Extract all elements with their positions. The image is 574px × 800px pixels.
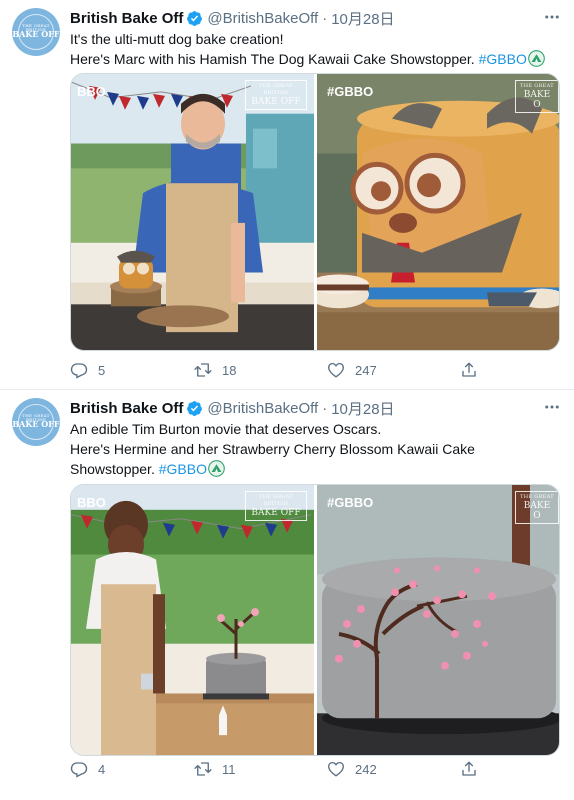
photo-illustration [317,485,559,755]
hashtag-link[interactable]: #GBBO [479,51,527,67]
more-options-icon[interactable] [542,8,562,26]
tweet-actions: 5 18 247 [70,359,490,381]
logo-text: THE GREAT BRITISH [259,83,293,96]
avatar[interactable]: THE GREAT BRITISH BAKE OFF [12,398,60,446]
share-button[interactable] [460,359,488,381]
like-count: 242 [355,761,377,777]
tweet-text-segment: Here's Marc with his Hamish The Dog Kawa… [70,51,475,67]
author-name[interactable]: British Bake Off [70,10,183,27]
logo-text: BAKE O [523,90,551,110]
logo-text: BAKE OFF [251,97,301,107]
photo-baker-with-blossom-cake[interactable]: BBO THE GREAT BRITISH BAKE OFF [71,485,314,755]
reply-button[interactable]: 5 [70,359,105,381]
author-handle[interactable]: @BritishBakeOff [207,400,318,417]
separator-dot: · [322,399,328,417]
bake-off-logo: THE GREAT BRITISH BAKE OFF [245,80,307,110]
bake-off-logo: THE GREAT BRITISH BAKE OFF [245,491,307,521]
heart-icon [327,760,345,778]
media-grid[interactable]: BBO THE GREAT BRITISH BAKE OFF #GBBO THE… [70,73,560,351]
like-count: 247 [355,362,377,378]
author-handle[interactable]: @BritishBakeOff [207,10,318,27]
author-name[interactable]: British Bake Off [70,400,183,417]
like-button[interactable]: 242 [327,758,377,780]
photo-hashtag-watermark: #GBBO [327,84,374,99]
reply-count: 4 [98,761,106,777]
share-icon [460,760,478,778]
heart-icon [327,361,345,379]
photo-watermark: BBO [77,495,106,510]
logo-text: BAKE O [523,501,551,521]
retweet-button[interactable]: 18 [194,359,236,381]
logo-text: BAKE OFF [251,508,301,518]
media-grid[interactable]: BBO THE GREAT BRITISH BAKE OFF #GBBO THE… [70,484,560,756]
tweet-date[interactable]: 10月28日 [331,398,394,419]
retweet-icon [194,361,212,379]
avatar-logo-line2: BAKE OFF [12,419,60,429]
tweet-text-line: It's the ulti-mutt dog bake creation! [70,31,284,47]
logo-text: THE GREAT BRITISH [259,494,293,507]
retweet-button[interactable]: 11 [194,758,236,780]
share-button[interactable] [460,758,488,780]
retweet-count: 18 [222,362,237,378]
avatar[interactable]: THE GREAT BRITISH BAKE OFF [12,8,60,56]
like-button[interactable]: 247 [327,359,377,381]
tweet-header: British Bake Off @BritishBakeOff · 10月28… [70,398,395,418]
photo-illustration [71,74,314,350]
reply-icon [70,760,88,778]
hashtag-link[interactable]: #GBBO [159,461,207,477]
retweet-icon [194,760,212,778]
tent-emoji-icon [208,460,225,477]
tweet-text-segment: Showstopper. [70,461,155,477]
photo-watermark: BBO [77,84,106,99]
logo-text: THE GREAT [520,83,554,89]
photo-baker-with-dog-cake[interactable]: BBO THE GREAT BRITISH BAKE OFF [71,74,314,350]
verified-badge-icon [186,400,203,417]
reply-count: 5 [98,362,106,378]
tweet-text: An edible Tim Burton movie that deserves… [70,419,560,479]
logo-text: THE GREAT [520,494,554,500]
tweet-text: It's the ulti-mutt dog bake creation! He… [70,29,560,69]
share-icon [460,361,478,379]
verified-badge-icon [186,10,203,27]
photo-illustration [71,485,314,755]
separator-dot: · [322,9,328,27]
photo-hashtag-watermark: #GBBO [327,495,374,510]
reply-button[interactable]: 4 [70,758,105,780]
tweet-text-line: Here's Marc with his Hamish The Dog Kawa… [70,49,560,69]
bake-off-logo: THE GREAT BAKE O [515,491,559,524]
bake-off-logo: THE GREAT BAKE O [515,80,559,113]
tent-emoji-icon [528,50,545,67]
reply-icon [70,361,88,379]
photo-blossom-cake-closeup[interactable]: #GBBO THE GREAT BAKE O [317,485,559,755]
retweet-count: 11 [222,761,236,777]
tweet[interactable]: THE GREAT BRITISH BAKE OFF British Bake … [0,0,574,389]
tweet-header: British Bake Off @BritishBakeOff · 10月28… [70,8,395,28]
photo-illustration [317,74,559,350]
photo-dog-cake-closeup[interactable]: #GBBO THE GREAT BAKE O [317,74,559,350]
avatar-logo-line2: BAKE OFF [12,29,60,39]
tweet[interactable]: THE GREAT BRITISH BAKE OFF British Bake … [0,390,574,800]
tweet-actions: 4 11 242 [70,758,490,780]
more-options-icon[interactable] [542,398,562,416]
tweet-text-line: An edible Tim Burton movie that deserves… [70,421,382,437]
tweet-text-line: Here's Hermine and her Strawberry Cherry… [70,441,475,457]
tweet-text-line: Showstopper. #GBBO [70,459,560,479]
tweet-date[interactable]: 10月28日 [331,8,394,29]
